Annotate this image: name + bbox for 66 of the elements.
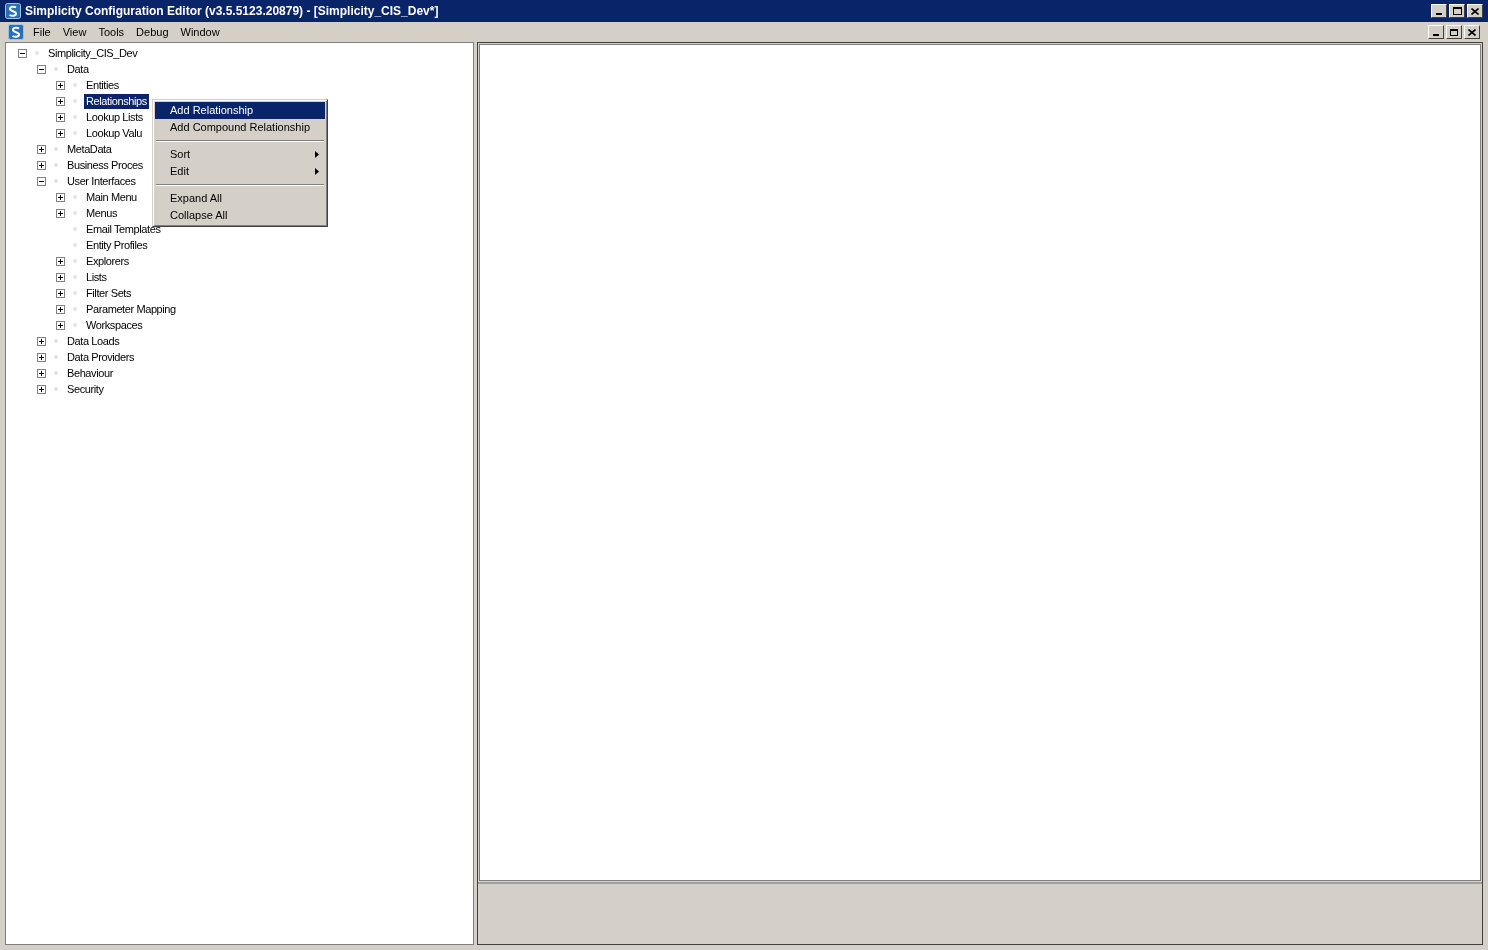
context-menu-item[interactable]: Add Relationship bbox=[155, 102, 325, 119]
menu-item[interactable]: Tools bbox=[92, 23, 131, 41]
expand-toggle[interactable] bbox=[56, 80, 65, 90]
expand-toggle[interactable] bbox=[37, 336, 46, 346]
tree-item[interactable]: Menus bbox=[84, 205, 120, 221]
restore-button[interactable] bbox=[1446, 25, 1462, 39]
collapse-toggle[interactable] bbox=[37, 64, 46, 74]
menu-item[interactable]: File bbox=[27, 23, 57, 41]
tree-item[interactable]: MetaData bbox=[65, 141, 114, 157]
collapse-toggle[interactable] bbox=[37, 176, 46, 186]
tree-item[interactable]: Lookup Valu bbox=[84, 125, 144, 141]
tree-item[interactable]: Email Templates bbox=[84, 221, 163, 237]
menu-item[interactable]: Window bbox=[174, 23, 226, 41]
expand-toggle[interactable] bbox=[37, 384, 46, 394]
expand-toggle[interactable] bbox=[56, 304, 65, 314]
maximize-button[interactable] bbox=[1449, 4, 1465, 18]
expand-toggle[interactable] bbox=[37, 368, 46, 378]
tree-item[interactable]: Simplicity_CIS_Dev bbox=[46, 45, 140, 61]
submenu-arrow-icon bbox=[315, 151, 319, 158]
tree-item[interactable]: User Interfaces bbox=[65, 173, 138, 189]
tree-item[interactable]: Data Loads bbox=[65, 333, 122, 349]
close-icon bbox=[1471, 7, 1479, 15]
expand-toggle[interactable] bbox=[56, 96, 65, 106]
document-logo-icon bbox=[8, 24, 24, 40]
context-menu-item[interactable]: Expand All bbox=[155, 190, 325, 207]
context-menu-item[interactable]: Edit bbox=[155, 163, 325, 180]
expand-toggle[interactable] bbox=[56, 320, 65, 330]
tree-item[interactable]: Explorers bbox=[84, 253, 131, 269]
tree-item[interactable]: Relationships bbox=[84, 93, 149, 109]
tree-item[interactable]: Entities bbox=[84, 77, 121, 93]
close-button[interactable] bbox=[1467, 4, 1483, 18]
expand-toggle[interactable] bbox=[56, 112, 65, 122]
tree-item[interactable]: Lists bbox=[84, 269, 109, 285]
minimize-button[interactable] bbox=[1428, 25, 1444, 39]
context-menu-item[interactable]: Sort bbox=[155, 146, 325, 163]
tree-item[interactable]: Parameter Mapping bbox=[84, 301, 178, 317]
close-button[interactable] bbox=[1464, 25, 1480, 39]
submenu-arrow-icon bbox=[315, 168, 319, 175]
expand-toggle[interactable] bbox=[37, 160, 46, 170]
expand-toggle[interactable] bbox=[56, 192, 65, 202]
expand-toggle[interactable] bbox=[37, 352, 46, 362]
expand-toggle[interactable] bbox=[56, 272, 65, 282]
tree-item[interactable]: Data Providers bbox=[65, 349, 137, 365]
context-menu-item[interactable]: Collapse All bbox=[155, 207, 325, 224]
context-menu-item[interactable]: Add Compound Relationship bbox=[155, 119, 325, 136]
tree-item[interactable]: Business Proces bbox=[65, 157, 145, 173]
tree-item[interactable]: Filter Sets bbox=[84, 285, 134, 301]
tree-item[interactable]: Entity Profiles bbox=[84, 237, 150, 253]
expand-toggle[interactable] bbox=[56, 288, 65, 298]
expand-toggle[interactable] bbox=[56, 128, 65, 138]
window-title: Simplicity Configuration Editor (v3.5.5123.20879) - [Simplicity_CIS_Dev*] bbox=[25, 3, 439, 20]
app-logo-icon bbox=[5, 3, 21, 19]
minimize-button[interactable] bbox=[1431, 4, 1447, 18]
tree-item[interactable]: Workspaces bbox=[84, 317, 145, 333]
expand-toggle[interactable] bbox=[37, 144, 46, 154]
close-icon bbox=[1468, 28, 1476, 36]
expand-toggle[interactable] bbox=[56, 208, 65, 218]
tree-item[interactable]: Security bbox=[65, 381, 106, 397]
expand-toggle[interactable] bbox=[56, 256, 65, 266]
tree-item[interactable]: Lookup Lists bbox=[84, 109, 145, 125]
tree-item[interactable]: Data bbox=[65, 61, 91, 77]
tree-item[interactable]: Main Menu bbox=[84, 189, 139, 205]
menu-item[interactable]: View bbox=[56, 23, 93, 41]
menu-item[interactable]: Debug bbox=[130, 23, 175, 41]
collapse-toggle[interactable] bbox=[18, 48, 27, 58]
tree-item[interactable]: Behaviour bbox=[65, 365, 115, 381]
